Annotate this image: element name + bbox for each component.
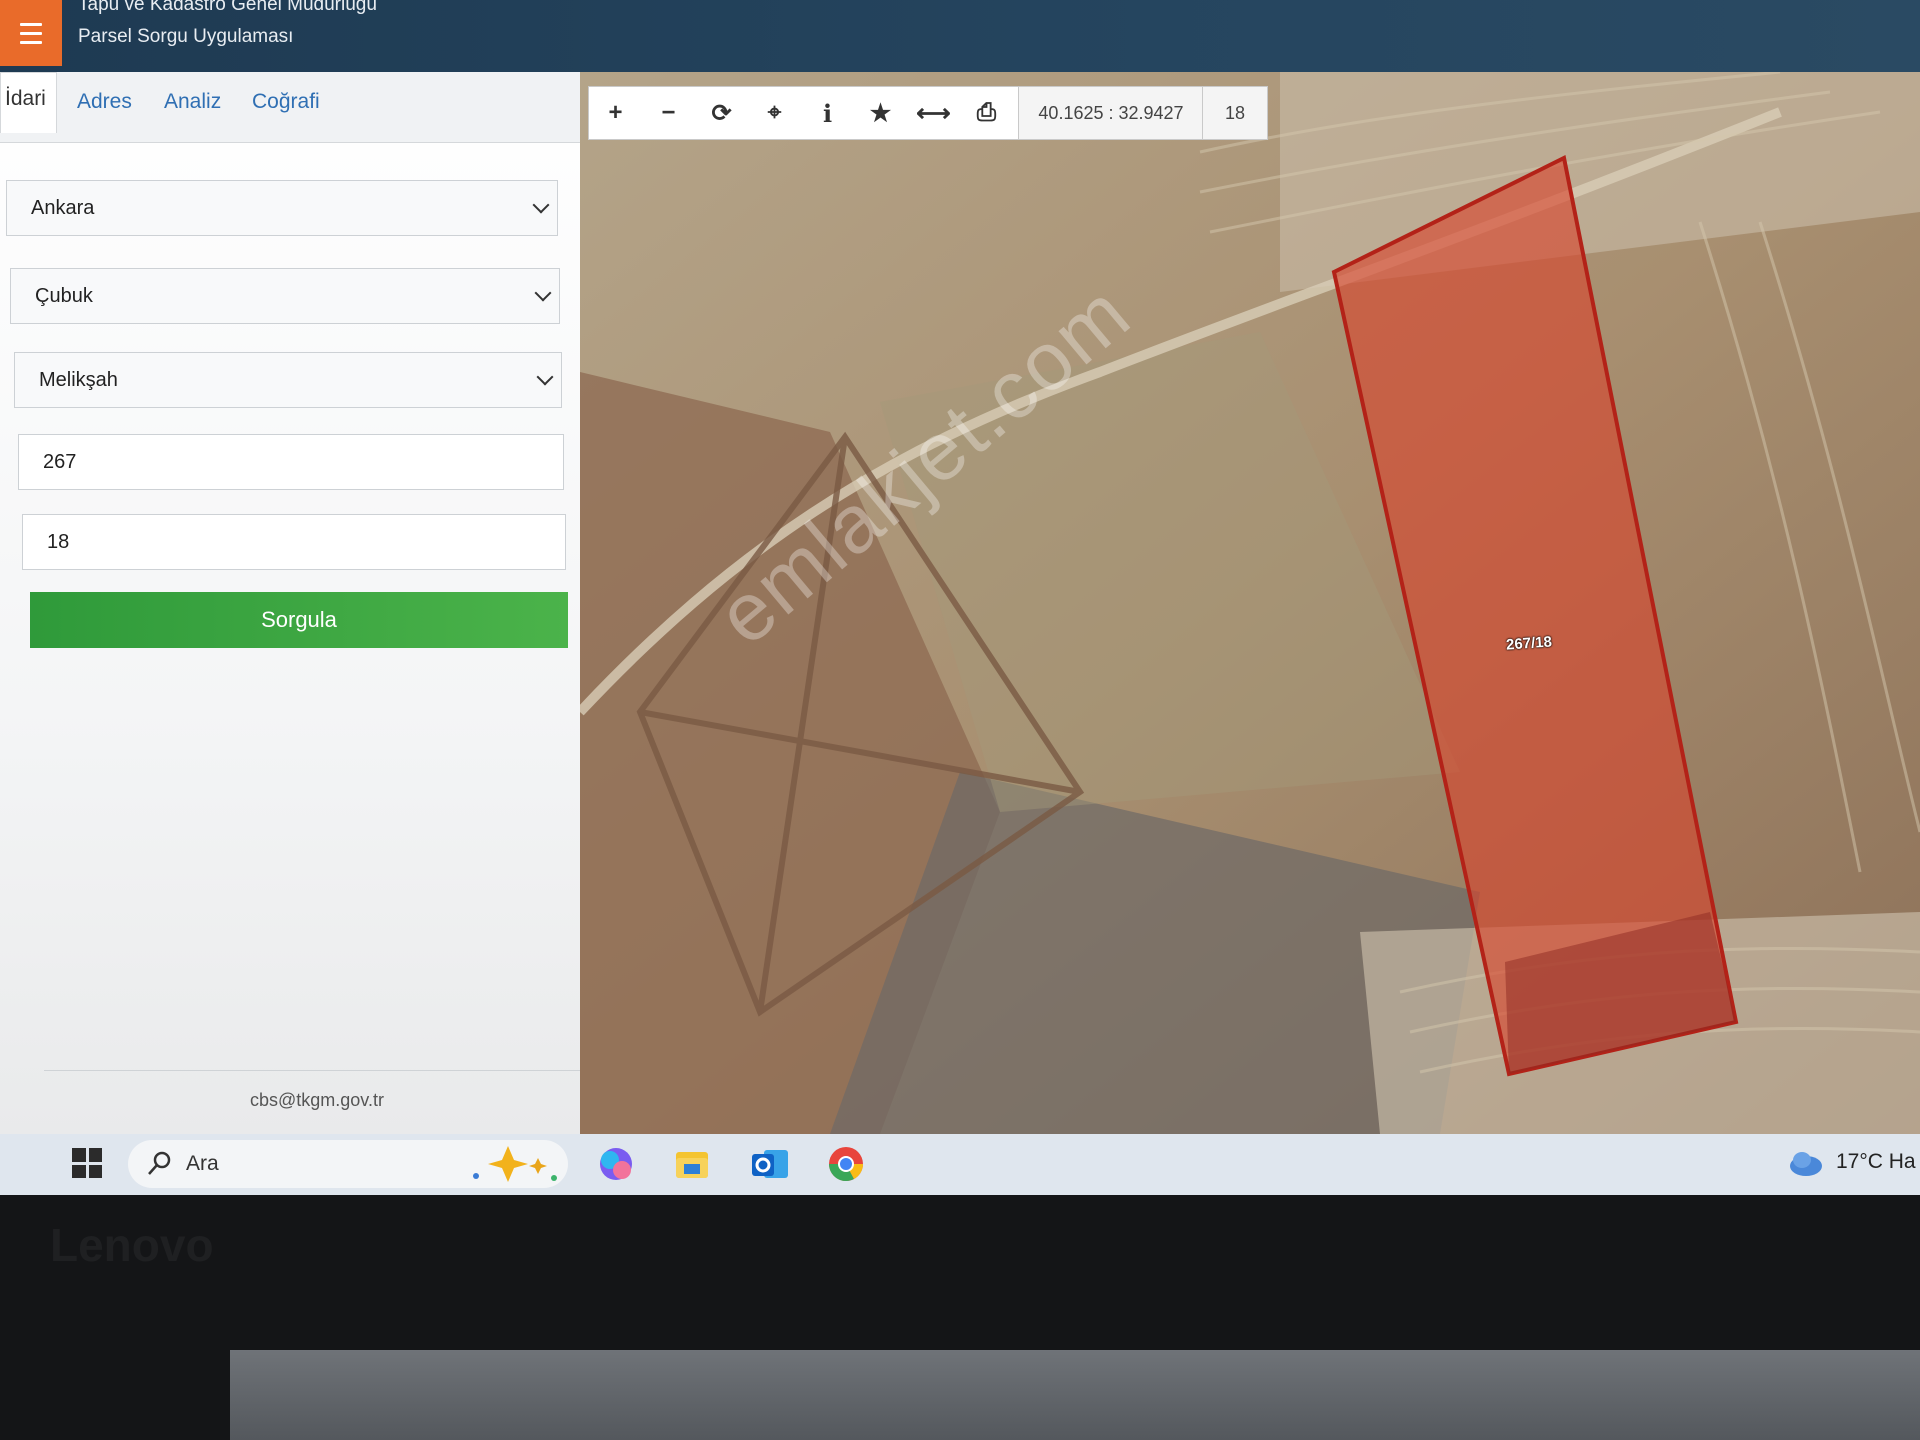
province-value: Ankara (31, 196, 95, 219)
block-value: 267 (43, 450, 77, 473)
laptop-brand-logo: Lenovo (50, 1219, 214, 1271)
chevron-down-icon (534, 284, 552, 302)
tab-analiz[interactable]: Analiz (164, 90, 221, 114)
tab-bar: İdari Adres Analiz Coğrafi (0, 72, 580, 143)
query-button[interactable]: Sorgula (30, 592, 568, 648)
header-subtitle: Parsel Sorgu Uygulaması (78, 26, 294, 47)
menu-button[interactable] (0, 0, 62, 66)
refresh-icon[interactable]: ⟳ (695, 87, 748, 139)
neighborhood-value: Melikşah (39, 368, 118, 391)
screen: Tapu ve Kadastro Genel Müdürlüğü Parsel … (0, 0, 1920, 1195)
weather-cloud-icon (1790, 1152, 1822, 1176)
neighborhood-select[interactable]: Melikşah (14, 352, 562, 408)
weather-temperature: 17°C Ha (1836, 1150, 1916, 1173)
search-label: Ara (186, 1152, 219, 1175)
locate-icon[interactable]: ⌖ (748, 87, 801, 139)
star-icon[interactable]: ★ (854, 87, 907, 139)
hamburger-icon (20, 20, 42, 47)
copilot-app-icon[interactable] (594, 1142, 638, 1186)
chrome-app-icon[interactable] (824, 1142, 868, 1186)
parcel-value: 18 (47, 530, 70, 553)
map-view[interactable]: emlakjet.com 267/18 + − ⟳ ⌖ i ★ ⟷ ⎙ 40.1… (580, 72, 1920, 1134)
file-explorer-icon[interactable] (670, 1142, 714, 1186)
chevron-down-icon (536, 368, 554, 386)
map-toolbar: + − ⟳ ⌖ i ★ ⟷ ⎙ (588, 86, 1020, 140)
measure-icon[interactable]: ⟷ (907, 87, 960, 139)
footer-divider (44, 1070, 580, 1071)
windows-start-icon[interactable] (72, 1148, 102, 1178)
header-title: Tapu ve Kadastro Genel Müdürlüğü (78, 0, 377, 15)
tab-cografi[interactable]: Coğrafi (252, 90, 320, 114)
zoom-level: 18 (1202, 86, 1268, 140)
tab-adres[interactable]: Adres (77, 90, 132, 114)
query-sidebar: İdari Adres Analiz Coğrafi Ankara Çubuk … (0, 72, 580, 1134)
outlook-app-icon[interactable] (748, 1142, 792, 1186)
copilot-sparkle-icon (473, 1146, 557, 1182)
tab-idari[interactable]: İdari (0, 72, 57, 133)
block-input[interactable]: 267 (18, 434, 564, 490)
minus-icon[interactable]: − (642, 87, 695, 139)
parcel-label: 267/18 (1505, 633, 1553, 654)
taskbar-search[interactable]: Ara (128, 1140, 568, 1188)
print-icon[interactable]: ⎙ (960, 87, 1013, 139)
chevron-down-icon (532, 196, 550, 214)
info-icon[interactable]: i (801, 87, 854, 139)
province-select[interactable]: Ankara (6, 180, 558, 236)
contact-email[interactable]: cbs@tkgm.gov.tr (250, 1090, 384, 1111)
district-value: Çubuk (35, 284, 93, 307)
windows-taskbar: Ara 17°C Ha (0, 1134, 1920, 1195)
district-select[interactable]: Çubuk (10, 268, 560, 324)
parcel-input[interactable]: 18 (22, 514, 566, 570)
coordinate-readout: 40.1625 : 32.9427 (1018, 86, 1204, 140)
laptop-base (230, 1350, 1920, 1440)
app-header: Tapu ve Kadastro Genel Müdürlüğü Parsel … (0, 0, 1920, 72)
search-icon (148, 1151, 171, 1175)
plus-icon[interactable]: + (589, 87, 642, 139)
